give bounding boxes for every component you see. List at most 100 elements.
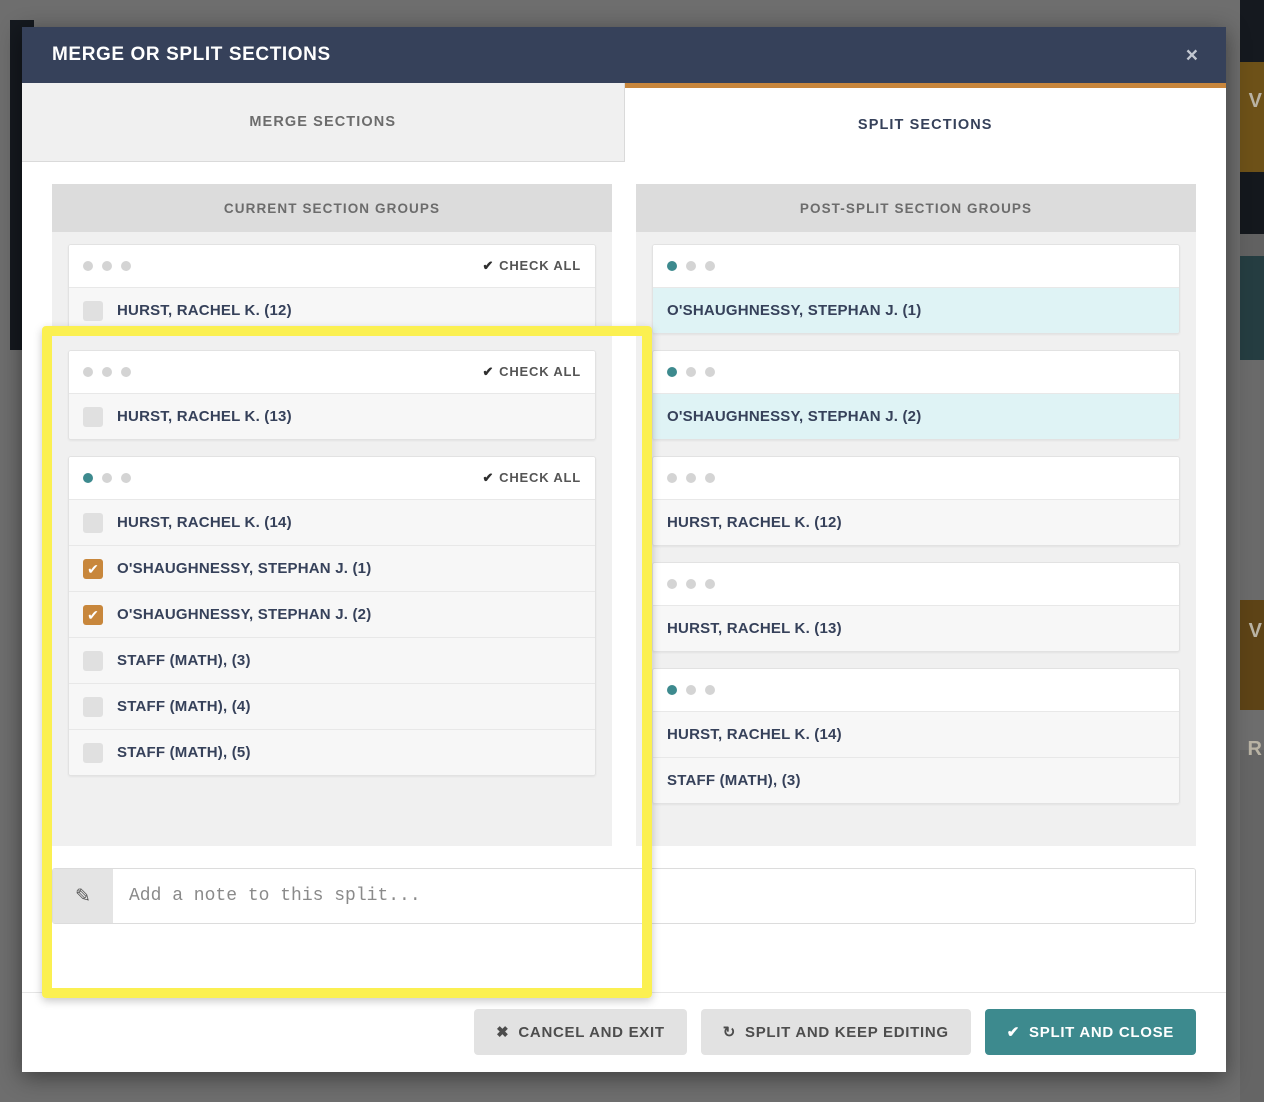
group-status-dots xyxy=(667,261,1165,271)
close-icon[interactable]: × xyxy=(1180,43,1204,68)
section-row-label: HURST, RACHEL K. (12) xyxy=(117,302,292,319)
status-dot-icon xyxy=(686,261,696,271)
checkbox-unchecked-icon[interactable] xyxy=(83,743,103,763)
status-dot-icon xyxy=(667,579,677,589)
dialog-footer: ✖ CANCEL AND EXIT ↻SPLIT AND KEEP EDITING ✔… xyxy=(22,992,1226,1071)
checkbox-unchecked-icon[interactable] xyxy=(83,513,103,533)
post-split-section-row[interactable]: O'SHAUGHNESSY, STEPHAN J. (1) xyxy=(653,287,1179,333)
post-split-section-row-label: O'SHAUGHNESSY, STEPHAN J. (1) xyxy=(667,302,921,319)
check-all-label: CHECK ALL xyxy=(499,364,581,379)
post-split-group-card: O'SHAUGHNESSY, STEPHAN J. (1) xyxy=(652,244,1180,334)
section-row-label: STAFF (MATH), (3) xyxy=(117,652,251,669)
background-strip-5 xyxy=(1240,256,1264,360)
checkbox-unchecked-icon[interactable] xyxy=(83,697,103,717)
split-note-input[interactable] xyxy=(113,869,1195,923)
background-text-3: R xyxy=(1248,738,1262,761)
section-row[interactable]: HURST, RACHEL K. (14) xyxy=(69,499,595,545)
merge-or-split-sections-dialog: MERGE OR SPLIT SECTIONS × MERGE SECTIONS… xyxy=(22,27,1226,1072)
split-and-keep-editing-button-label: SPLIT AND KEEP EDITING xyxy=(745,1024,949,1041)
background-text-1: V xyxy=(1249,90,1262,113)
post-split-section-row[interactable]: STAFF (MATH), (3) xyxy=(653,757,1179,803)
tab-merge-sections[interactable]: MERGE SECTIONS xyxy=(22,83,625,162)
background-strip-4 xyxy=(1240,234,1264,256)
post-split-section-groups-list[interactable]: O'SHAUGHNESSY, STEPHAN J. (1) O'SHAUGHNES… xyxy=(636,232,1196,846)
background-strip-7 xyxy=(1240,600,1264,710)
group-status-dots xyxy=(667,579,1165,589)
status-dot-icon xyxy=(667,261,677,271)
status-dot-icon xyxy=(686,579,696,589)
post-split-section-row-label: HURST, RACHEL K. (13) xyxy=(667,620,842,637)
status-dot-icon xyxy=(705,261,715,271)
section-group-toolbar: ✔CHECK ALL xyxy=(69,457,595,499)
section-row-label: O'SHAUGHNESSY, STEPHAN J. (1) xyxy=(117,560,371,577)
checkbox-unchecked-icon[interactable] xyxy=(83,301,103,321)
post-split-group-card: O'SHAUGHNESSY, STEPHAN J. (2) xyxy=(652,350,1180,440)
checkbox-unchecked-icon[interactable] xyxy=(83,651,103,671)
status-dot-icon xyxy=(667,473,677,483)
post-split-group-toolbar xyxy=(653,351,1179,393)
section-row[interactable]: ✔ O'SHAUGHNESSY, STEPHAN J. (1) xyxy=(69,545,595,591)
section-group-toolbar: ✔ CHECK ALL xyxy=(69,351,595,393)
post-split-section-row[interactable]: O'SHAUGHNESSY, STEPHAN J. (2) xyxy=(653,393,1179,439)
section-row-label: HURST, RACHEL K. (13) xyxy=(117,408,292,425)
section-row[interactable]: ✔ O'SHAUGHNESSY, STEPHAN J. (2) xyxy=(69,591,595,637)
post-split-section-row[interactable]: HURST, RACHEL K. (13) xyxy=(653,605,1179,651)
post-split-section-row-label: STAFF (MATH), (3) xyxy=(667,772,801,789)
post-split-section-row[interactable]: HURST, RACHEL K. (12) xyxy=(653,499,1179,545)
check-all-label: CHECK ALL xyxy=(499,258,581,273)
status-dot-icon xyxy=(705,367,715,377)
post-split-section-row[interactable]: HURST, RACHEL K. (14) xyxy=(653,711,1179,757)
tab-split-sections[interactable]: SPLIT SECTIONS xyxy=(625,83,1227,162)
section-row-label: HURST, RACHEL K. (14) xyxy=(117,514,292,531)
check-all-button[interactable]: ✔CHECK ALL xyxy=(482,258,581,274)
background-strip-2 xyxy=(1240,62,1264,172)
cancel-and-exit-button-label: CANCEL AND EXIT xyxy=(518,1024,664,1041)
dialog-header: MERGE OR SPLIT SECTIONS × xyxy=(22,27,1226,83)
status-dot-icon xyxy=(705,579,715,589)
section-row[interactable]: HURST, RACHEL K. (13) xyxy=(69,393,595,439)
tab-split-sections-label: SPLIT SECTIONS xyxy=(858,117,993,133)
section-group-card: ✔CHECK ALL HURST, RACHEL K. (14) ✔ O'SHAUGH… xyxy=(68,456,596,776)
status-dot-icon xyxy=(667,367,677,377)
checkbox-checked-icon[interactable]: ✔ xyxy=(83,605,103,625)
checkbox-checked-icon[interactable]: ✔ xyxy=(83,559,103,579)
post-split-group-toolbar xyxy=(653,245,1179,287)
section-row[interactable]: HURST, RACHEL K. (12) xyxy=(69,287,595,333)
post-split-section-row-label: HURST, RACHEL K. (14) xyxy=(667,726,842,743)
tab-bar: MERGE SECTIONS SPLIT SECTIONS xyxy=(22,83,1226,162)
check-icon: ✔ xyxy=(482,470,494,485)
cancel-and-exit-button[interactable]: ✖ CANCEL AND EXIT xyxy=(474,1009,687,1055)
section-row[interactable]: STAFF (MATH), (3) xyxy=(69,637,595,683)
dialog-body: CURRENT SECTION GROUPS ✔CHECK ALLHURST, … xyxy=(22,162,1226,992)
background-strip-1 xyxy=(1240,0,1264,62)
check-all-button[interactable]: ✔ CHECK ALL xyxy=(482,364,581,380)
section-group-columns: CURRENT SECTION GROUPS ✔CHECK ALLHURST, … xyxy=(52,184,1196,846)
background-strip-9 xyxy=(1240,750,1264,1102)
status-dot-icon xyxy=(83,473,93,483)
split-and-keep-editing-button[interactable]: ↻SPLIT AND KEEP EDITING xyxy=(701,1009,971,1055)
status-dot-icon xyxy=(705,473,715,483)
post-split-section-row-label: O'SHAUGHNESSY, STEPHAN J. (2) xyxy=(667,408,921,425)
section-row[interactable]: STAFF (MATH), (5) xyxy=(69,729,595,775)
check-all-button[interactable]: ✔CHECK ALL xyxy=(482,470,581,486)
post-split-group-toolbar xyxy=(653,669,1179,711)
current-section-groups-header: CURRENT SECTION GROUPS xyxy=(52,184,612,232)
status-dot-icon xyxy=(705,685,715,695)
split-and-close-button-label: SPLIT AND CLOSE xyxy=(1029,1024,1174,1041)
section-row-label: O'SHAUGHNESSY, STEPHAN J. (2) xyxy=(117,606,371,623)
post-split-group-card: HURST, RACHEL K. (13) xyxy=(652,562,1180,652)
pencil-icon: ✎ xyxy=(53,869,113,923)
current-section-groups-list[interactable]: ✔CHECK ALLHURST, RACHEL K. (12)✔CHECK AL… xyxy=(52,232,612,846)
status-dot-icon xyxy=(667,685,677,695)
split-and-close-button[interactable]: ✔SPLIT AND CLOSE xyxy=(985,1009,1196,1055)
status-dot-icon xyxy=(83,367,93,377)
group-status-dots xyxy=(667,685,1165,695)
group-status-dots xyxy=(83,473,482,483)
section-row[interactable]: STAFF (MATH), (4) xyxy=(69,683,595,729)
check-icon: ✔ xyxy=(482,364,494,379)
background-strip-3 xyxy=(1240,172,1264,234)
background-strip-6 xyxy=(1240,360,1264,600)
status-dot-icon xyxy=(121,473,131,483)
checkbox-unchecked-icon[interactable] xyxy=(83,407,103,427)
close-x-icon: ✖ xyxy=(496,1025,509,1040)
